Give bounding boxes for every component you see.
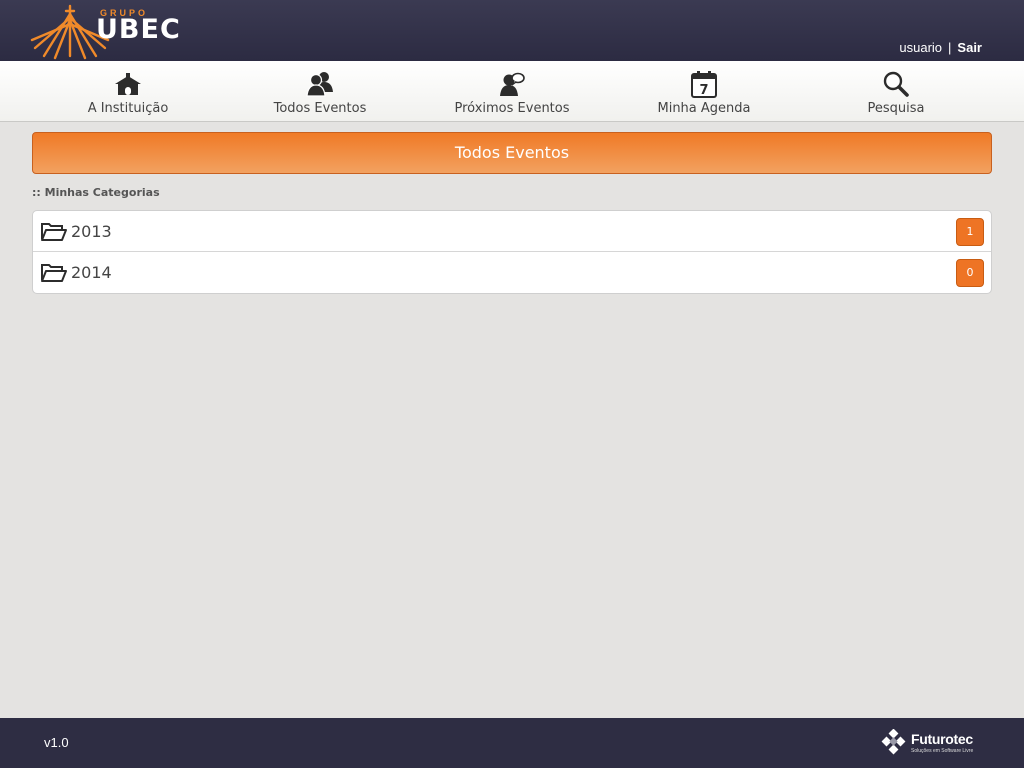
category-list: 2013 1 2014 0 (32, 210, 992, 294)
app-footer: v1.0 Futurotec Soluções em Software Livr… (0, 718, 1024, 768)
category-label: 2013 (71, 222, 112, 241)
user-separator: | (948, 40, 952, 55)
person-chat-icon (500, 72, 525, 96)
futurotec-logo[interactable]: Futurotec Soluções em Software Livre (881, 729, 991, 759)
ubec-logo[interactable]: GRUPO UBEC (30, 0, 180, 61)
nav-item-proximos-eventos[interactable]: Próximos Eventos (416, 61, 608, 121)
calendar-day-number: 7 (699, 83, 708, 98)
folder-open-icon (41, 223, 67, 241)
app-header: GRUPO UBEC usuario | Sair (0, 0, 1024, 61)
main-nav: A Instituição Todos Eventos Próximos Eve… (0, 61, 1024, 122)
logout-link[interactable]: Sair (957, 40, 982, 55)
nav-item-pesquisa[interactable]: Pesquisa (800, 61, 992, 121)
page-title: Todos Eventos (32, 132, 992, 174)
search-icon (883, 71, 909, 97)
category-label: 2014 (71, 263, 112, 282)
nav-item-todos-eventos[interactable]: Todos Eventos (224, 61, 416, 121)
brand-tagline: Soluções em Software Livre (911, 748, 974, 754)
count-badge: 0 (956, 259, 984, 287)
category-item-2014[interactable]: 2014 0 (33, 252, 991, 293)
user-area: usuario | Sair (899, 40, 982, 55)
logo-ubec-text: UBEC (96, 14, 181, 45)
calendar-icon: 7 (691, 71, 717, 98)
people-icon (306, 72, 333, 97)
category-item-2013[interactable]: 2013 1 (33, 211, 991, 252)
futurotec-mark-icon (881, 729, 906, 755)
nav-label: A Instituição (87, 101, 169, 116)
username: usuario (899, 40, 943, 55)
nav-label: Próximos Eventos (454, 101, 570, 116)
brand-name: Futurotec (911, 731, 973, 747)
building-icon (115, 73, 141, 95)
nav-item-instituicao[interactable]: A Instituição (32, 61, 224, 121)
version-label: v1.0 (44, 735, 69, 750)
nav-label: Minha Agenda (657, 101, 751, 116)
folder-open-icon (41, 264, 67, 282)
nav-label: Todos Eventos (273, 101, 367, 116)
nav-item-minha-agenda[interactable]: 7 Minha Agenda (608, 61, 800, 121)
count-badge: 1 (956, 218, 984, 246)
section-label: :: Minhas Categorias (32, 186, 160, 199)
nav-label: Pesquisa (867, 101, 925, 116)
